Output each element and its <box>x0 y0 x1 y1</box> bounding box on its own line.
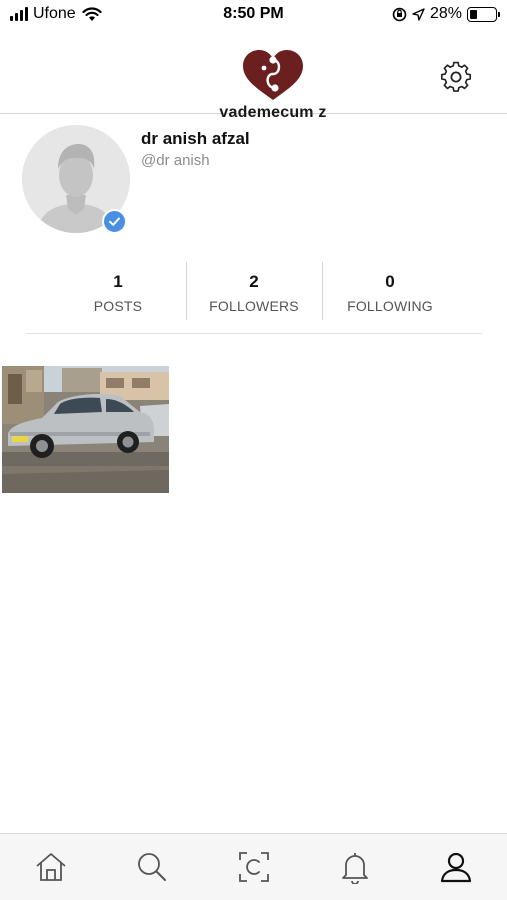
heart-logo-icon <box>243 50 303 100</box>
stat-posts-value: 1 <box>113 272 123 291</box>
gear-icon <box>440 61 472 92</box>
status-bar: Ufone 8:50 PM 28% <box>0 0 507 32</box>
post-thumbnail[interactable] <box>2 366 169 493</box>
tab-scan[interactable] <box>203 834 304 900</box>
stat-posts-label: POSTS <box>93 298 143 314</box>
battery-icon <box>467 6 500 22</box>
verified-badge <box>102 209 127 234</box>
app-header: vademecum z <box>0 32 507 121</box>
bell-icon <box>342 853 368 884</box>
tab-notifications[interactable] <box>304 834 405 900</box>
orientation-lock-icon <box>392 7 407 21</box>
stat-followers-value: 2 <box>249 272 259 291</box>
app-logo[interactable]: vademecum z <box>213 44 333 121</box>
settings-button[interactable] <box>438 59 474 95</box>
bottom-tab-bar <box>0 833 507 900</box>
battery-percent: 28% <box>429 5 462 22</box>
profile-display-name: dr anish afzal <box>141 129 250 148</box>
stat-following[interactable]: 0 FOLLOWING <box>322 260 458 322</box>
profile-icon <box>441 852 472 883</box>
stat-followers[interactable]: 2 FOLLOWERS <box>186 260 322 322</box>
home-icon <box>36 853 66 881</box>
stat-posts[interactable]: 1 POSTS <box>50 260 186 322</box>
stat-followers-label: FOLLOWERS <box>209 298 299 314</box>
car-photo-image <box>2 366 169 493</box>
tab-search[interactable] <box>101 834 202 900</box>
stats-divider <box>26 333 482 334</box>
logo-text: vademecum z <box>219 104 327 121</box>
stat-following-label: FOLLOWING <box>347 298 433 314</box>
location-arrow-icon <box>412 7 425 21</box>
battery-fill <box>470 9 477 19</box>
tab-home[interactable] <box>0 834 101 900</box>
scan-icon <box>238 852 269 882</box>
profile-stats: 1 POSTS 2 FOLLOWERS 0 FOLLOWING <box>50 260 460 322</box>
status-right: 28% <box>392 5 500 23</box>
stat-following-value: 0 <box>385 272 395 291</box>
profile-username: @dr anish <box>141 152 210 169</box>
search-icon <box>138 853 167 881</box>
checkmark-icon <box>109 217 120 226</box>
tab-profile[interactable] <box>406 834 507 900</box>
